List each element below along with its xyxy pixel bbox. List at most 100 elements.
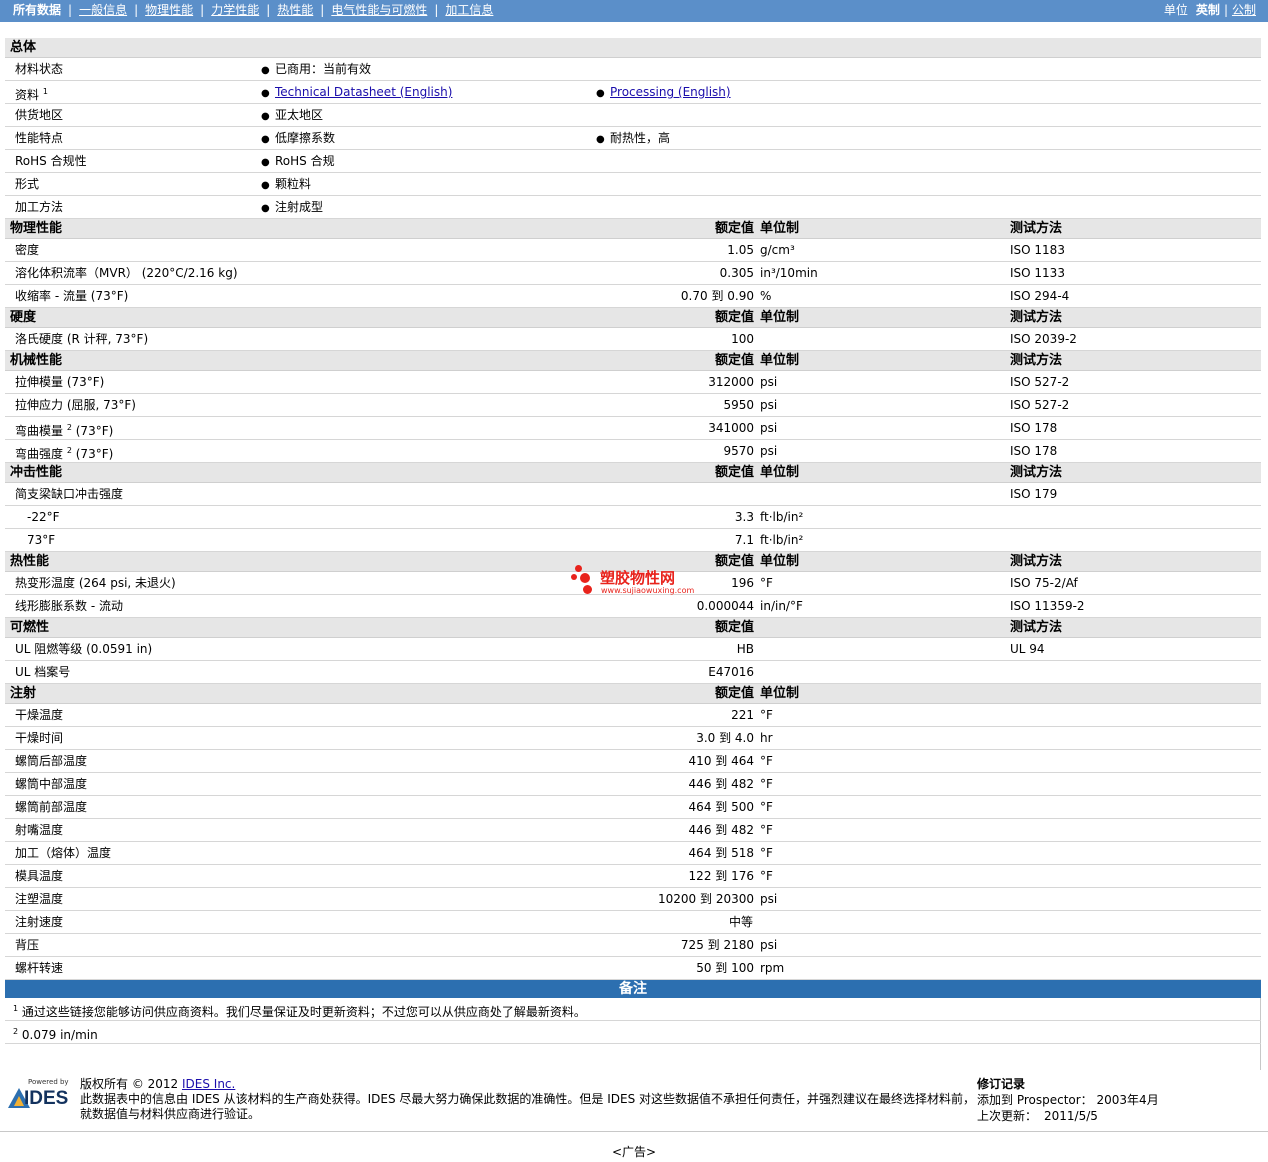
test-method: UL 94 [1010, 642, 1045, 656]
property-unit: psi [760, 444, 778, 458]
test-method: ISO 294-4 [1010, 289, 1070, 303]
tab-mechanical[interactable]: 力学性能 [211, 3, 259, 18]
column-header-value: 额定值 [714, 221, 754, 236]
list-item: ● RoHS 合规 [261, 150, 335, 174]
table-row: -22°F 3.3 ft·lb/in² [5, 506, 1261, 529]
property-name: 拉伸应力 (屈服, 73°F) [15, 398, 136, 412]
updated-label: 上次更新： [977, 1109, 1038, 1123]
bullet-icon: ● [261, 88, 270, 99]
column-header-test: 测试方法 [1010, 221, 1063, 236]
table-row: 拉伸模量 (73°F) 312000 psi ISO 527-2 [5, 371, 1261, 394]
table-row: 供货地区 ● 亚太地区 [5, 104, 1261, 127]
watermark-dot [580, 573, 590, 583]
property-name: 性能特点 [15, 131, 64, 145]
table-row: 注射速度 中等 [5, 911, 1261, 934]
property-value: 100 [731, 332, 754, 346]
footnote-item: 1 通过这些链接您能够访问供应商资料。我们尽量保证及时更新资料；不过您可以从供应… [5, 998, 1261, 1021]
table-row: 弯曲模量 2 (73°F) 341000 psi ISO 178 [5, 417, 1261, 440]
property-name: 收缩率 - 流量 (73°F) [15, 289, 129, 303]
property-value: 725 到 2180 [680, 938, 754, 952]
property-unit: °F [760, 708, 773, 722]
test-method: ISO 1133 [1010, 266, 1065, 280]
section-header-hardness: 硬度 额定值 单位制 测试方法 [5, 308, 1261, 328]
watermark-dot [575, 565, 582, 572]
property-unit: °F [760, 754, 773, 768]
section-title: 冲击性能 [10, 465, 63, 480]
list-item: ● 低摩擦系数 [261, 127, 335, 151]
property-unit: °F [760, 869, 773, 883]
processing-link[interactable]: Processing (English) [610, 85, 731, 99]
revision-title: 修订记录 [977, 1077, 1026, 1091]
property-value: 410 到 464 [688, 754, 754, 768]
added-label: 添加到 Prospector： [977, 1093, 1093, 1107]
property-value: 464 到 500 [688, 800, 754, 814]
section-header-injection: 注射 额定值 单位制 [5, 684, 1261, 704]
column-header-test: 测试方法 [1010, 353, 1063, 368]
page-footer: Powered by IDES 版权所有 © 2012 IDES Inc. 此数… [0, 1072, 1268, 1132]
property-name: 干燥时间 [15, 731, 64, 745]
property-name: 螺筒后部温度 [15, 754, 88, 768]
ides-logo[interactable]: Powered by IDES [8, 1078, 72, 1112]
table-row: UL 档案号 E47016 [5, 661, 1261, 684]
bullet-icon: ● [596, 134, 605, 145]
column-header-value: 额定值 [714, 465, 754, 480]
tab-physical[interactable]: 物理性能 [145, 3, 193, 18]
logo-triangle-accent-icon [14, 1096, 24, 1106]
property-value: 0.70 到 0.90 [680, 289, 754, 303]
tab-electrical-flammability[interactable]: 电气性能与可燃性 [331, 3, 427, 18]
property-name: RoHS 合规性 [15, 154, 87, 168]
updated-value: 2011/5/5 [1044, 1109, 1098, 1123]
property-unit: psi [760, 375, 778, 389]
property-name: 弯曲强度 2 (73°F) [15, 446, 114, 461]
table-row: 洛氏硬度 (R 计秤, 73°F) 100 ISO 2039-2 [5, 328, 1261, 351]
property-name: 螺杆转速 [15, 961, 64, 975]
table-row: 收缩率 - 流量 (73°F) 0.70 到 0.90 % ISO 294-4 [5, 285, 1261, 308]
table-row: UL 阻燃等级 (0.0591 in) HB UL 94 [5, 638, 1261, 661]
property-sub-name: 73°F [27, 533, 56, 547]
tab-thermal[interactable]: 热性能 [277, 3, 313, 18]
bullet-icon: ● [261, 157, 270, 168]
property-unit: psi [760, 938, 778, 952]
table-row: 加工（熔体）温度 464 到 518 °F [5, 842, 1261, 865]
section-header-flammability: 可燃性 额定值 测试方法 [5, 618, 1261, 638]
tab-all-data[interactable]: 所有数据 [13, 3, 61, 18]
test-method: ISO 75-2/Af [1010, 576, 1078, 590]
test-method: ISO 1183 [1010, 243, 1065, 257]
section-title: 物理性能 [10, 221, 63, 236]
table-row: 溶化体积流率（MVR） (220°C/2.16 kg) 0.305 in³/10… [5, 262, 1261, 285]
column-header-value: 额定值 [714, 620, 754, 635]
ides-inc-link[interactable]: IDES Inc. [182, 1077, 235, 1091]
section-title: 热性能 [10, 554, 50, 569]
notes-header: 备注 [5, 980, 1261, 998]
disclaimer-line-1: 此数据表中的信息由 IDES 从该材料的生产商处获得。IDES 尽最大努力确保此… [80, 1092, 976, 1106]
property-unit: ft·lb/in² [760, 533, 804, 547]
property-value: 中等 [729, 915, 754, 929]
copyright-text: 版权所有 © 2012 [80, 1077, 182, 1091]
property-value: 1.05 [727, 243, 754, 257]
property-unit: °F [760, 576, 773, 590]
property-name: 形式 [15, 177, 40, 191]
table-row: 73°F 7.1 ft·lb/in² [5, 529, 1261, 552]
property-unit: °F [760, 823, 773, 837]
property-name: 密度 [15, 243, 40, 257]
table-row: 背压 725 到 2180 psi [5, 934, 1261, 957]
column-header-test: 测试方法 [1010, 465, 1063, 480]
technical-datasheet-link[interactable]: Technical Datasheet (English) [275, 85, 452, 99]
unit-metric[interactable]: 公制 [1232, 3, 1256, 18]
property-name: 溶化体积流率（MVR） (220°C/2.16 kg) [15, 266, 238, 280]
table-row: 射嘴温度 446 到 482 °F [5, 819, 1261, 842]
table-row: 形式 ● 颗粒料 [5, 173, 1261, 196]
property-unit: in³/10min [760, 266, 818, 280]
tab-processing[interactable]: 加工信息 [445, 3, 493, 18]
section-header-physical: 物理性能 额定值 单位制 测试方法 [5, 219, 1261, 239]
tab-general-info[interactable]: 一般信息 [79, 3, 127, 18]
list-item: ● Processing (English) [596, 81, 731, 105]
property-value: 464 到 518 [688, 846, 754, 860]
site-watermark: 塑胶物性网 www.sujiaowuxing.com [571, 565, 711, 597]
unit-imperial[interactable]: 英制 [1196, 3, 1220, 18]
column-header-unit: 单位制 [760, 554, 800, 569]
column-header-unit: 单位制 [760, 686, 800, 701]
list-item: ● 颗粒料 [261, 173, 311, 197]
table-row: 模具温度 122 到 176 °F [5, 865, 1261, 888]
property-unit: in/in/°F [760, 599, 803, 613]
